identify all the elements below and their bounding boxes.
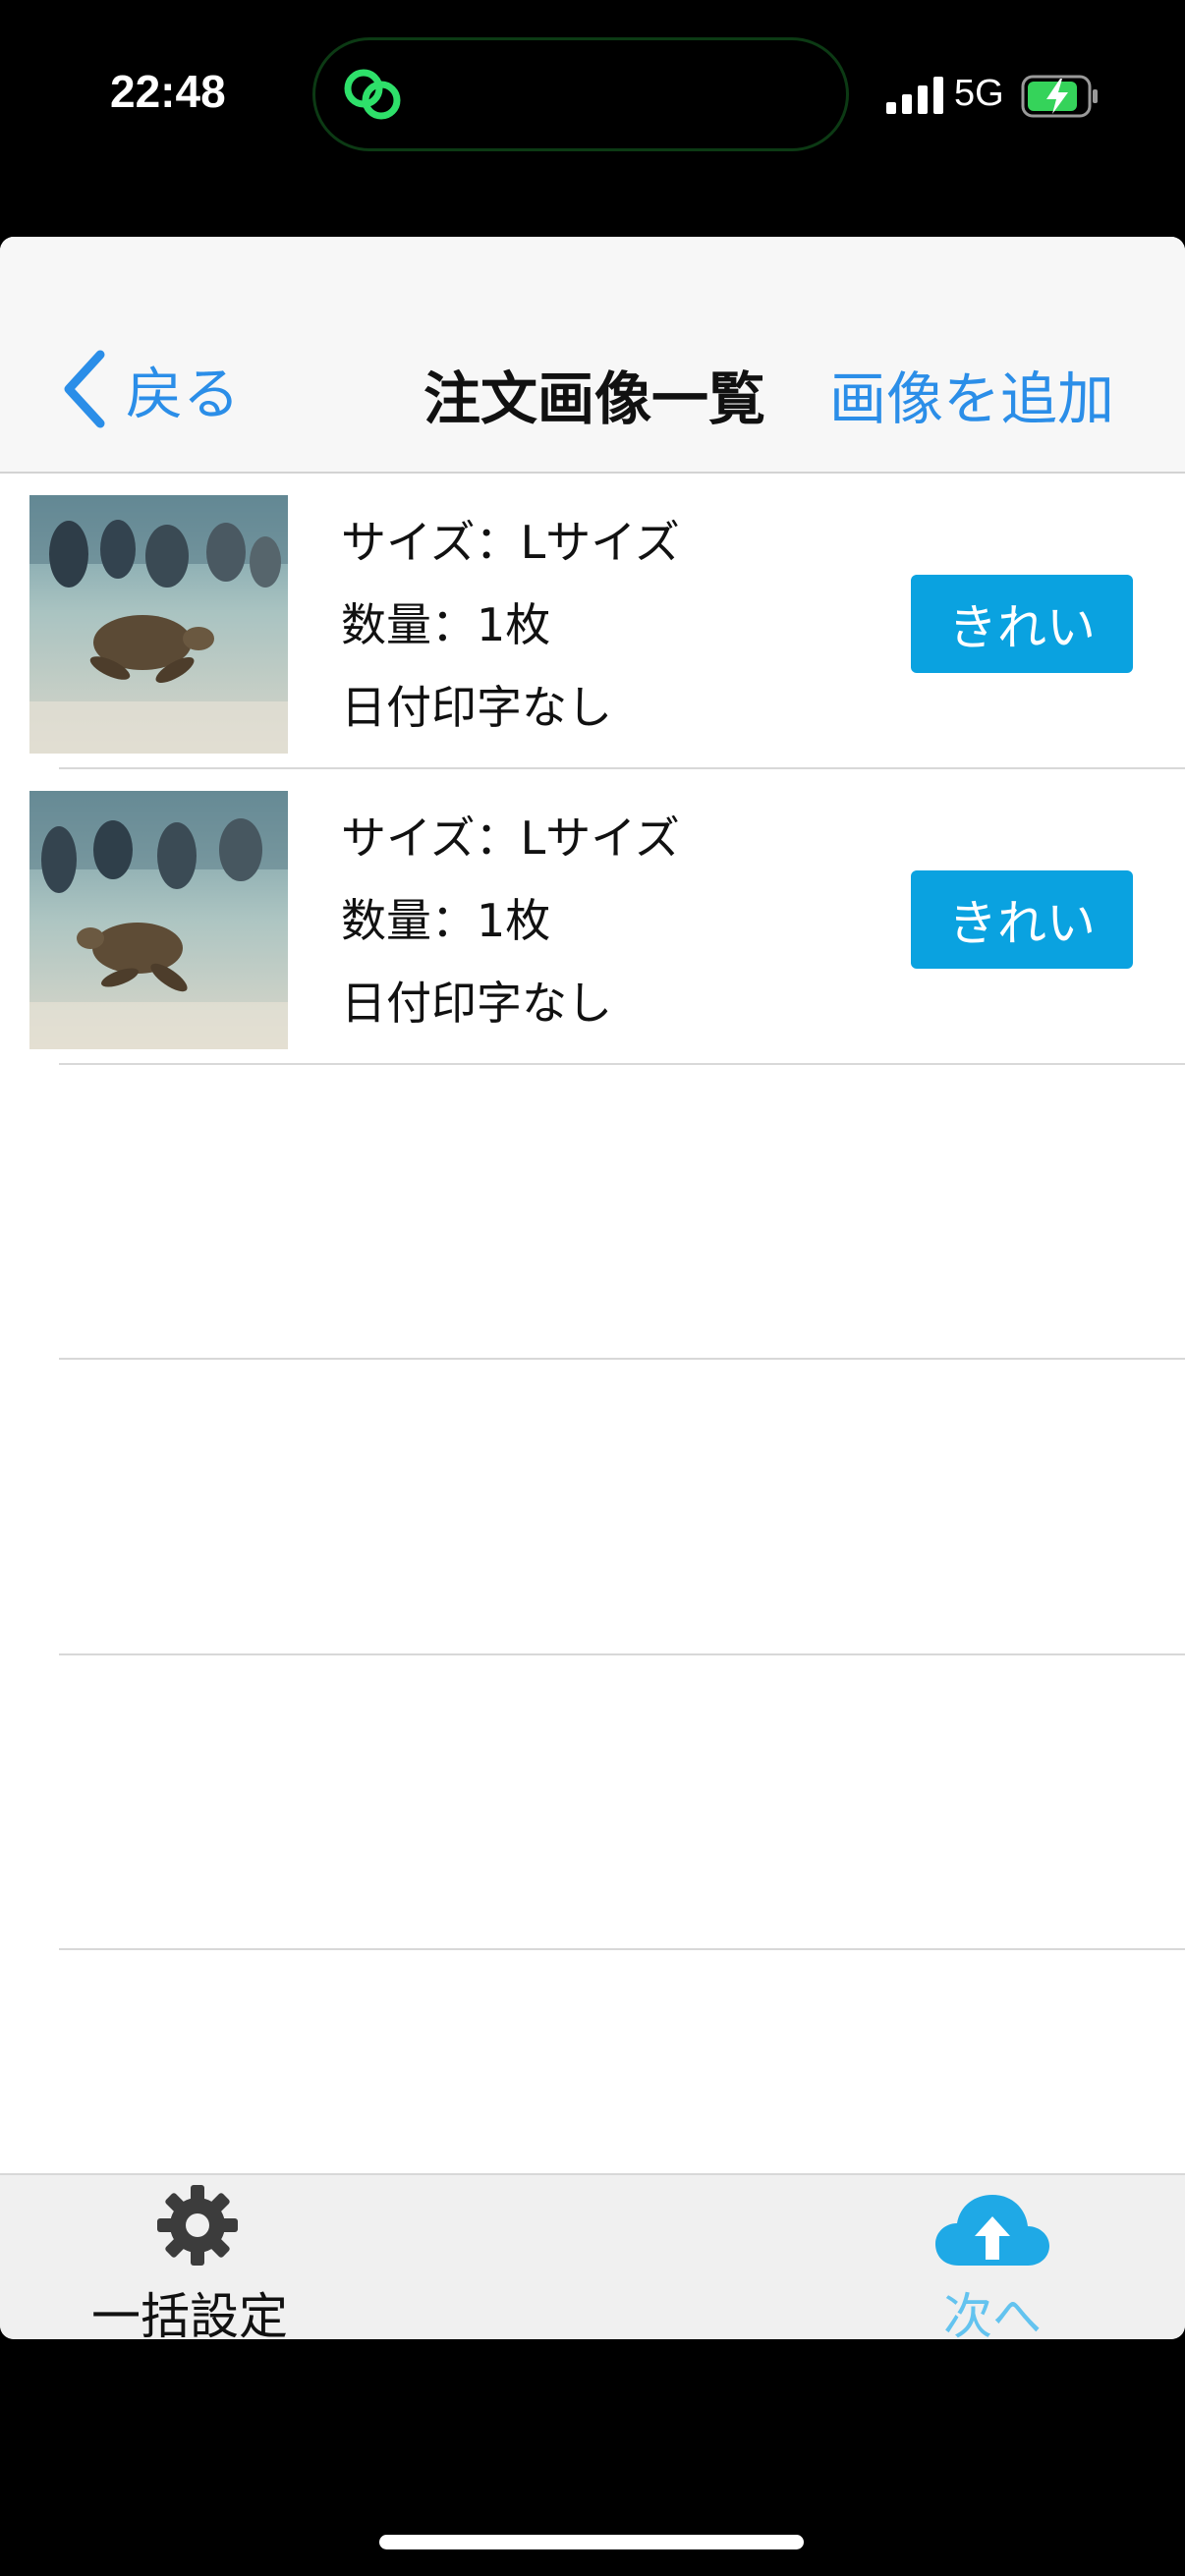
battery-charging-icon	[1021, 75, 1098, 118]
bottom-toolbar: 一括設定 次へ	[0, 2173, 1185, 2339]
link-rings-icon	[344, 69, 401, 120]
bulk-settings-button[interactable]: 一括設定	[86, 2175, 293, 2339]
status-time: 22:48	[110, 66, 226, 117]
chevron-left-icon	[64, 350, 105, 428]
list-item[interactable]: サイズ：Lサイズ 数量：1枚 日付印字なし きれい	[0, 474, 1185, 769]
row-divider	[59, 1358, 1185, 1360]
list-item[interactable]: サイズ：Lサイズ 数量：1枚 日付印字なし きれい	[0, 769, 1185, 1065]
add-image-button[interactable]: 画像を追加	[829, 353, 1114, 435]
gear-icon	[157, 2185, 238, 2266]
size-text: サイズ：Lサイズ	[341, 812, 680, 865]
order-image-list-screen: 戻る 注文画像一覧 画像を追加 サイズ：Lサイズ 数量：1枚 日付印字なし きれ…	[0, 237, 1185, 2339]
next-button[interactable]: 次へ	[924, 2175, 1061, 2339]
next-label: 次へ	[943, 2288, 1042, 2339]
size-text: サイズ：Lサイズ	[341, 516, 680, 569]
row-divider	[59, 1063, 1185, 1065]
quantity-text: 数量：1枚	[341, 598, 551, 651]
page-title: 注文画像一覧	[423, 365, 765, 432]
date-print-text: 日付印字なし	[341, 977, 612, 1030]
row-divider	[59, 1653, 1185, 1655]
sea-turtle-photo-thumbnail[interactable]	[29, 791, 288, 1049]
signal-icon	[886, 77, 943, 114]
back-label: 戻る	[126, 361, 241, 427]
item-details: サイズ：Lサイズ 数量：1枚 日付印字なし	[341, 501, 680, 749]
back-button[interactable]: 戻る	[59, 347, 240, 431]
navigation-bar: 戻る 注文画像一覧 画像を追加	[0, 237, 1185, 474]
date-print-text: 日付印字なし	[341, 681, 612, 734]
sea-turtle-photo-thumbnail[interactable]	[29, 495, 288, 754]
bulk-settings-label: 一括設定	[91, 2288, 288, 2339]
network-type: 5G	[954, 73, 1004, 114]
cloud-upload-icon	[935, 2195, 1049, 2266]
quality-button[interactable]: きれい	[911, 575, 1133, 673]
quality-button[interactable]: きれい	[911, 870, 1133, 969]
row-divider	[59, 1948, 1185, 1950]
quantity-text: 数量：1枚	[341, 894, 551, 947]
home-indicator[interactable]	[379, 2535, 804, 2549]
item-details: サイズ：Lサイズ 数量：1枚 日付印字なし	[341, 797, 680, 1044]
